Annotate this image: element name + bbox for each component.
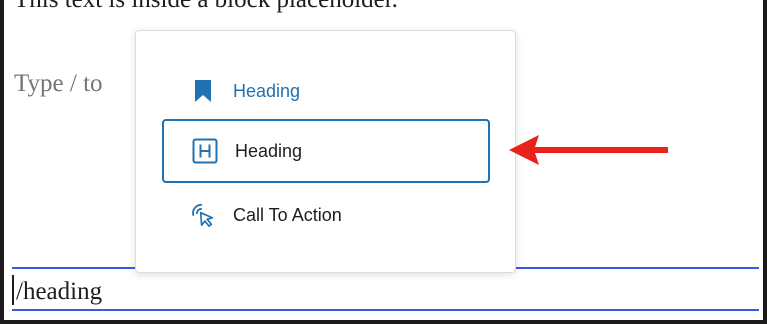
inserter-item-heading-variation[interactable]: Heading [162,59,490,123]
inserter-item-label: Call To Action [233,204,342,225]
block-inserter-popover: Heading Heading Call To Action [135,30,516,273]
call-to-action-icon [190,202,216,228]
text-caret [12,275,14,305]
inserter-item-label: Heading [235,140,303,161]
annotation-arrow [509,135,668,165]
heading-icon [192,138,218,164]
inserter-item-call-to-action[interactable]: Call To Action [162,183,490,247]
inserter-item-label: Heading [233,80,301,101]
slash-command-block[interactable]: /heading [12,267,759,311]
paragraph-placeholder[interactable]: Type / to [14,70,103,98]
block-placeholder-text[interactable]: This text is inside a block placeholder. [14,0,398,14]
slash-command-text: /heading [16,278,103,305]
bookmark-icon [190,78,216,104]
inserter-item-heading[interactable]: Heading [162,119,490,183]
